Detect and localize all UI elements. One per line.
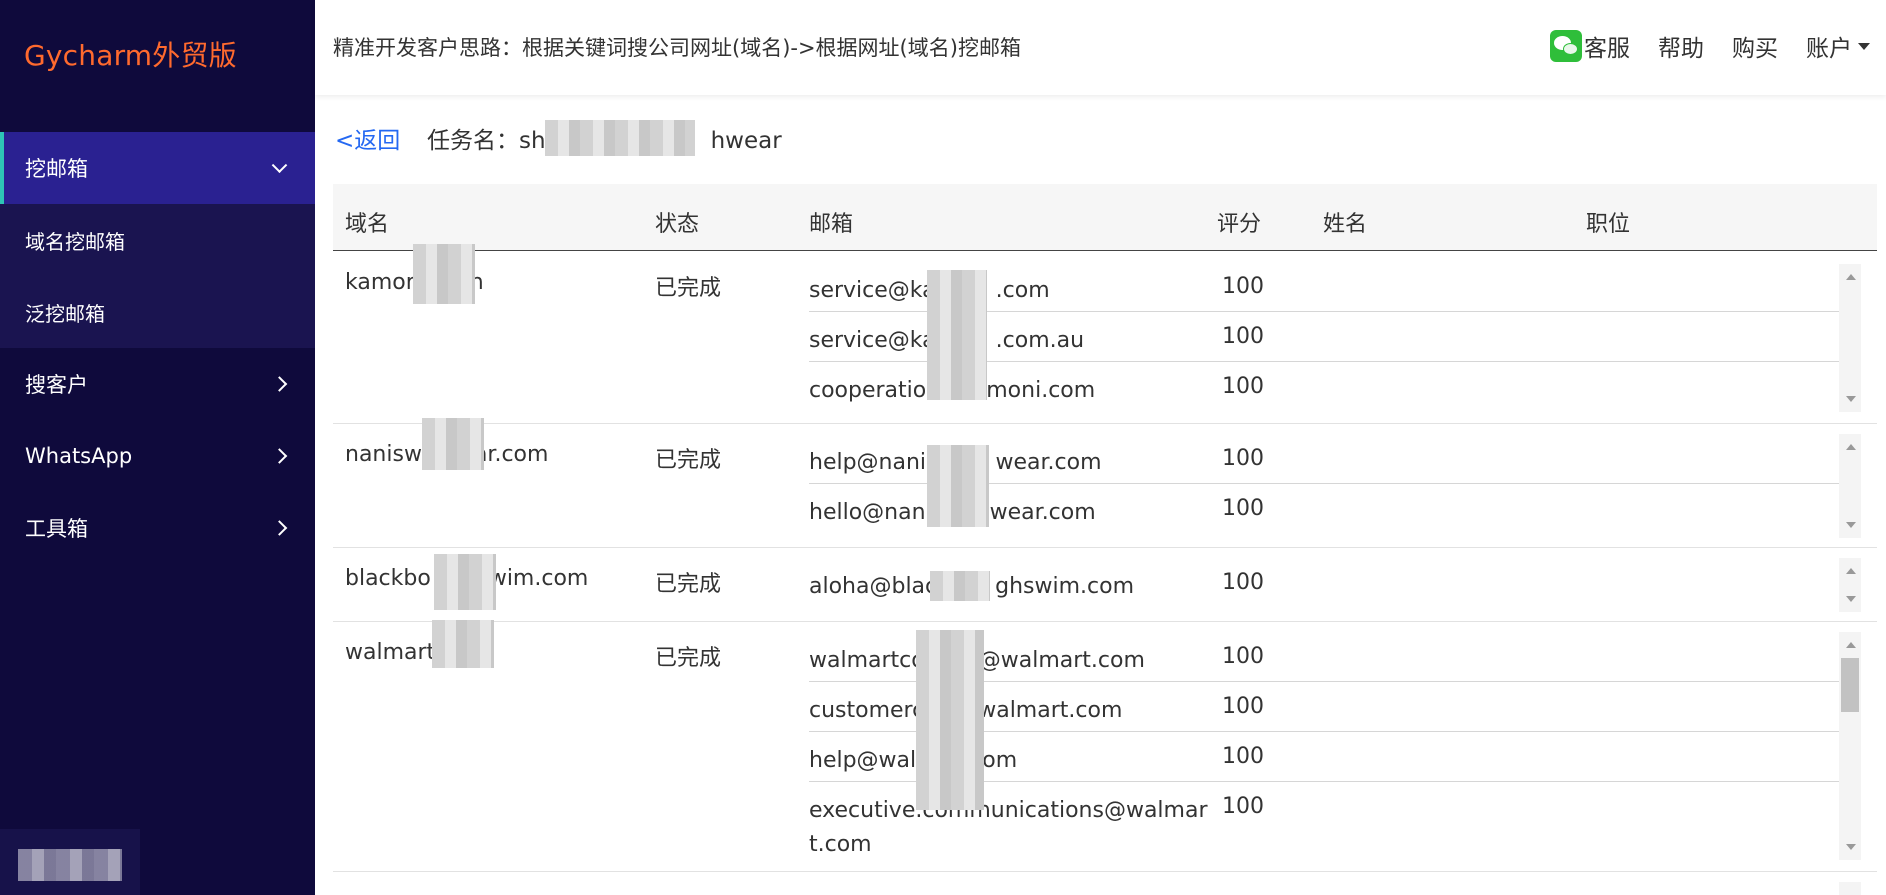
task-name-label: 任务名：sh <box>427 128 546 154</box>
redaction-mask <box>434 554 496 610</box>
row-scrollbar[interactable] <box>1839 882 1861 895</box>
redaction-mask <box>545 120 695 156</box>
scroll-up-icon[interactable] <box>1846 642 1856 648</box>
redaction-mask <box>927 270 987 400</box>
table-header: 域名 状态 邮箱 评分 姓名 职位 <box>333 184 1877 251</box>
account-label: 账户 <box>1806 36 1852 62</box>
sidebar-item-label: 搜客户 <box>25 373 88 397</box>
back-link[interactable]: <返回 <box>335 121 400 155</box>
buy-link[interactable]: 购买 <box>1732 29 1778 63</box>
col-status: 状态 <box>655 212 700 237</box>
row-scrollbar[interactable] <box>1839 434 1861 538</box>
scroll-up-icon[interactable] <box>1846 274 1856 280</box>
table-row: blackbo wim.com 已完成 aloha@blac ghswim.com … <box>333 548 1877 622</box>
col-name: 姓名 <box>1323 212 1368 237</box>
app-logo[interactable]: Gycharm外贸版 <box>24 34 237 74</box>
wechat-icon <box>1550 30 1582 62</box>
chevron-down-icon <box>271 157 288 174</box>
status-cell: 已完成 <box>655 572 722 597</box>
scroll-down-icon[interactable] <box>1846 596 1856 602</box>
status-cell: 已完成 <box>655 646 722 671</box>
redaction-mask <box>916 630 984 810</box>
help-link[interactable]: 帮助 <box>1658 29 1704 63</box>
sidebar-item-broad-mine-email[interactable]: 泛挖邮箱 <box>0 276 315 348</box>
scroll-down-icon[interactable] <box>1846 396 1856 402</box>
caret-down-icon <box>1858 42 1870 50</box>
col-score: 评分 <box>1217 212 1262 237</box>
scroll-up-icon[interactable] <box>1846 568 1856 574</box>
redaction-mask <box>413 244 475 304</box>
scroll-thumb[interactable] <box>1841 658 1859 712</box>
sidebar-item-label: 工具箱 <box>25 517 88 541</box>
table-row: kamor n 已完成 service@ka .com 100 service@ka… <box>333 252 1877 424</box>
blurred-username <box>18 849 122 881</box>
row-scrollbar[interactable] <box>1839 632 1861 860</box>
customer-service-link[interactable]: 客服 <box>1550 29 1630 63</box>
chevron-right-icon <box>271 448 288 464</box>
status-cell: 已完成 <box>655 276 722 301</box>
status-cell: 已完成 <box>655 448 722 473</box>
redaction-mask <box>930 571 990 601</box>
sidebar: Gycharm外贸版 挖邮箱 域名挖邮箱 泛挖邮箱 搜客户 WhatsApp 工… <box>0 0 315 895</box>
scroll-up-icon[interactable] <box>1846 444 1856 450</box>
sidebar-item-label: WhatsApp <box>25 444 133 468</box>
domain-cell: walmart <box>345 640 436 665</box>
sidebar-item-whatsapp[interactable]: WhatsApp <box>0 420 315 492</box>
sidebar-item-label: 域名挖邮箱 <box>25 229 125 254</box>
sidebar-item-mine-email[interactable]: 挖邮箱 <box>0 132 315 204</box>
customer-service-label: 客服 <box>1584 36 1630 62</box>
col-email: 邮箱 <box>809 212 854 237</box>
redaction-mask <box>432 620 494 668</box>
sidebar-item-label: 挖邮箱 <box>25 157 88 181</box>
chevron-right-icon <box>271 376 288 392</box>
redaction-mask <box>927 445 989 527</box>
header-tip: 精准开发客户思路：根据关键词搜公司网址(域名)->根据网址(域名)挖邮箱 <box>333 36 1021 60</box>
sidebar-item-search-customers[interactable]: 搜客户 <box>0 348 315 420</box>
col-position: 职位 <box>1586 212 1631 237</box>
top-header: 精准开发客户思路：根据关键词搜公司网址(域名)->根据网址(域名)挖邮箱 客服 … <box>315 0 1886 95</box>
redaction-mask <box>422 418 484 470</box>
sidebar-item-domain-mine-email[interactable]: 域名挖邮箱 <box>0 204 315 276</box>
chevron-right-icon <box>271 520 288 536</box>
col-domain: 域名 <box>345 212 390 237</box>
task-name-tail: hwear <box>710 128 782 154</box>
sidebar-item-toolbox[interactable]: 工具箱 <box>0 492 315 564</box>
scroll-down-icon[interactable] <box>1846 522 1856 528</box>
account-menu[interactable]: 账户 <box>1806 29 1870 63</box>
scroll-down-icon[interactable] <box>1846 844 1856 850</box>
row-scrollbar[interactable] <box>1839 558 1861 612</box>
sidebar-item-label: 泛挖邮箱 <box>25 301 105 326</box>
row-scrollbar[interactable] <box>1839 264 1861 412</box>
table-row: nanisw ar.com 已完成 help@nanis wear.com 100 … <box>333 424 1877 548</box>
table-row: walmart 已完成 walmartco @walmart.com 100 cu… <box>333 622 1877 872</box>
table-row <box>333 872 1877 895</box>
header-links: 客服 帮助 购买 账户 <box>1550 29 1870 63</box>
